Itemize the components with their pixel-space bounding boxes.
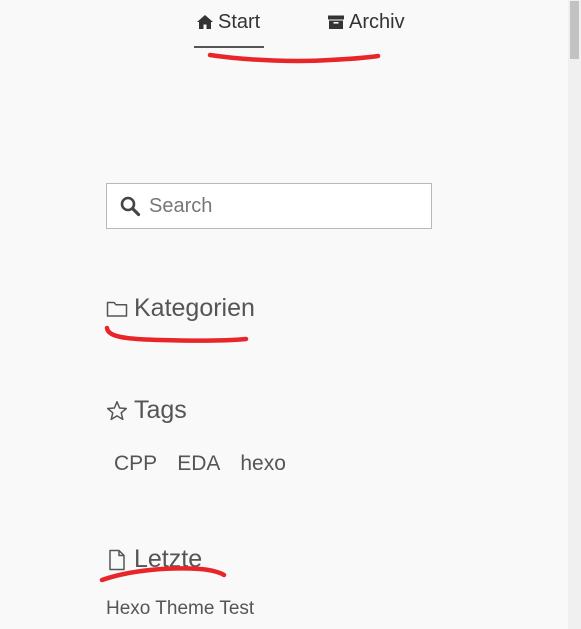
tags-heading-label: Tags xyxy=(134,396,187,424)
red-annotation-marks xyxy=(99,52,381,583)
tag-link[interactable]: EDA xyxy=(177,452,220,476)
categories-heading-label: Kategorien xyxy=(134,294,255,322)
tag-link[interactable]: hexo xyxy=(240,452,286,476)
recent-post-link[interactable]: Hexo Theme Test xyxy=(106,598,254,620)
recent-heading-label: Letzte xyxy=(134,545,203,573)
search-icon xyxy=(119,195,141,217)
home-icon xyxy=(196,13,214,31)
tags-heading: Tags xyxy=(106,396,187,425)
vertical-scrollbar[interactable] xyxy=(568,0,581,629)
categories-heading: Kategorien xyxy=(106,294,255,323)
nav-item-label: Start xyxy=(218,10,261,33)
folder-icon xyxy=(106,298,128,320)
search-input[interactable] xyxy=(149,194,409,218)
recent-heading: Letzte xyxy=(106,545,202,574)
nav-item-label: Archiv xyxy=(349,10,405,33)
active-tab-indicator xyxy=(194,46,264,48)
search-box[interactable] xyxy=(106,183,432,229)
star-icon xyxy=(106,400,128,422)
nav-item-start[interactable]: Start xyxy=(196,6,260,38)
file-icon xyxy=(106,549,128,571)
annotation-underline-nav xyxy=(207,52,381,64)
annotation-underline-kategorien xyxy=(104,325,249,343)
top-nav: Start Archiv xyxy=(0,6,568,48)
archive-icon xyxy=(327,13,345,31)
tag-list: CPP EDA hexo xyxy=(114,452,306,476)
tag-link[interactable]: CPP xyxy=(114,452,157,476)
nav-item-archiv[interactable]: Archiv xyxy=(327,6,405,38)
scrollbar-thumb[interactable] xyxy=(570,1,579,59)
